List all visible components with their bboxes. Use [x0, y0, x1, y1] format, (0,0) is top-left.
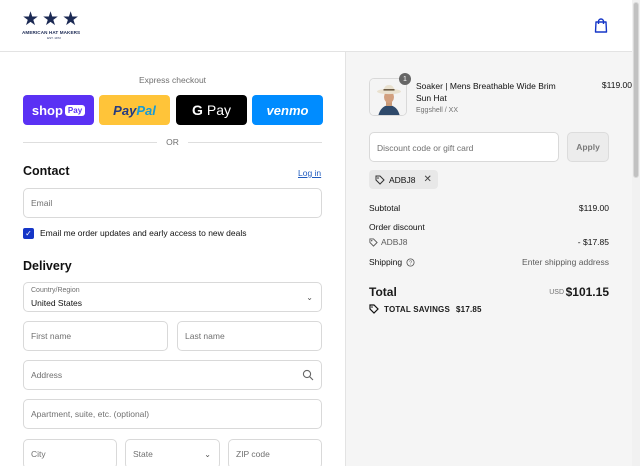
page-scrollbar[interactable] [632, 0, 640, 466]
tag-icon [369, 237, 378, 247]
login-link[interactable]: Log in [298, 168, 321, 178]
subtotal-label: Subtotal [369, 203, 401, 213]
google-pay-label: Pay [206, 102, 231, 118]
apartment-field[interactable]: Apartment, suite, etc. (optional) [23, 399, 322, 429]
product-variant: Eggshell / XX [416, 107, 459, 114]
order-discount-row: Order discount [369, 222, 609, 234]
brand-est: EST. 1972 [47, 36, 61, 40]
shop-pay-label: shop [31, 102, 63, 118]
venmo-label: venmo [266, 102, 309, 118]
city-field[interactable]: City [23, 439, 117, 466]
help-icon[interactable]: ? [406, 257, 415, 267]
tag-icon [375, 175, 385, 185]
shipping-label: Shipping [369, 257, 403, 267]
zip-field[interactable]: ZIP code [228, 439, 322, 466]
three-stars-logo-icon: ★ ★ ★ [22, 9, 80, 30]
scrollbar-thumb[interactable] [633, 2, 639, 178]
total-label: Total [369, 285, 397, 299]
address-placeholder: Address [31, 370, 63, 380]
total-savings: TOTAL SAVINGS $17.85 [369, 304, 482, 314]
discount-code-input[interactable]: Discount code or gift card [369, 132, 559, 162]
product-name: Soaker | Mens Breathable Wide Brim Sun H… [416, 81, 556, 103]
checkout-header: ★ ★ ★ AMERICAN HAT MAKERS EST. 1972 [0, 0, 632, 52]
newsletter-checkbox[interactable]: ✓ [23, 227, 34, 239]
shipping-row: Shipping ? Enter shipping address [369, 257, 609, 269]
brand-logo[interactable]: ★ ★ ★ AMERICAN HAT MAKERS EST. 1972 [22, 9, 86, 41]
country-label: Country/Region [31, 287, 80, 294]
chevron-down-icon: ⌄ [204, 450, 211, 459]
shop-pay-badge: Pay [64, 104, 86, 116]
paypal-button[interactable]: Pay Pal [99, 95, 170, 125]
google-pay-button[interactable]: G Pay [176, 95, 247, 125]
quantity-badge: 1 [399, 73, 411, 85]
subtotal-row: Subtotal $119.00 [369, 203, 609, 215]
chevron-down-icon: ⌄ [306, 293, 313, 302]
apply-button[interactable]: Apply [567, 132, 609, 162]
zip-placeholder: ZIP code [236, 449, 270, 459]
apartment-placeholder: Apartment, suite, etc. (optional) [31, 409, 150, 419]
order-discount-label: Order discount [369, 222, 425, 232]
order-discount-value: - $17.85 [577, 237, 609, 247]
shop-pay-button[interactable]: shop Pay [23, 95, 94, 125]
savings-label: TOTAL SAVINGS [384, 304, 451, 314]
applied-discount-code: ADBJ8 [389, 174, 416, 185]
cart-line-item: 1 Soaker | Mens Breathable Wide Brim Sun… [369, 73, 632, 118]
brand-name: AMERICAN HAT MAKERS [22, 30, 81, 35]
venmo-button[interactable]: venmo [252, 95, 323, 125]
total-value: $101.15 [565, 285, 609, 299]
tag-icon [369, 304, 379, 314]
first-name-field[interactable]: First name [23, 321, 168, 351]
subtotal-value: $119.00 [578, 203, 609, 213]
applied-discount-chip: ADBJ8 ✕ [369, 170, 438, 189]
last-name-field[interactable]: Last name [177, 321, 322, 351]
discount-placeholder: Discount code or gift card [377, 143, 474, 153]
last-name-placeholder: Last name [185, 331, 225, 341]
country-value: United States [31, 298, 83, 308]
savings-value: $17.85 [456, 304, 482, 314]
city-placeholder: City [31, 449, 46, 459]
delivery-heading: Delivery [23, 259, 72, 273]
country-select[interactable]: Country/Region United States ⌄ [23, 282, 322, 312]
order-discount-code: ADBJ8 [381, 237, 408, 247]
paypal-label-pay: Pay [113, 102, 137, 118]
google-g-icon: G [191, 102, 203, 118]
contact-heading: Contact [23, 164, 70, 178]
shipping-value: Enter shipping address [522, 257, 609, 267]
or-divider: OR [23, 136, 322, 148]
svg-text:?: ? [409, 260, 412, 266]
total-row: Total USD $101.15 [369, 284, 609, 300]
paypal-label-pal: Pal [136, 102, 156, 118]
email-placeholder: Email [31, 198, 53, 208]
state-select[interactable]: State ⌄ [125, 439, 220, 466]
order-summary-panel: 1 Soaker | Mens Breathable Wide Brim Sun… [345, 52, 632, 466]
total-currency: USD [549, 289, 564, 296]
newsletter-label: Email me order updates and early access … [40, 228, 247, 238]
order-discount-detail-row: ADBJ8 - $17.85 [369, 237, 609, 249]
remove-discount-icon[interactable]: ✕ [423, 174, 431, 185]
product-price: $119.00 [601, 80, 632, 90]
express-checkout-title: Express checkout [138, 75, 207, 85]
checkout-form-panel: Express checkout shop Pay Pay Pal G Pay v… [0, 52, 345, 466]
state-placeholder: State [133, 449, 153, 459]
search-icon [302, 369, 314, 381]
address-field[interactable]: Address [23, 360, 322, 390]
shopping-bag-icon[interactable] [594, 18, 608, 33]
newsletter-row[interactable]: ✓ Email me order updates and early acces… [23, 227, 246, 239]
first-name-placeholder: First name [31, 331, 72, 341]
email-field[interactable]: Email [23, 188, 322, 218]
